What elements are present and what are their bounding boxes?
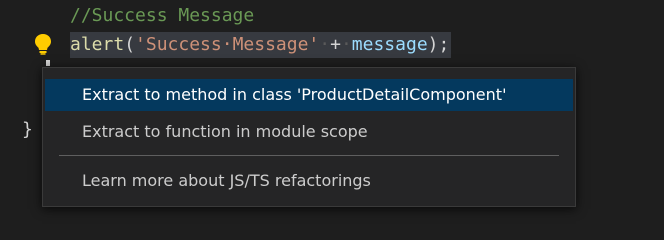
menu-separator bbox=[59, 155, 559, 156]
lightbulb-icon[interactable] bbox=[33, 33, 53, 55]
whitespace-marker: · bbox=[319, 34, 331, 55]
selected-code-line[interactable]: alert('Success·Message'·+·message); bbox=[70, 32, 452, 58]
plus-operator-token: + bbox=[330, 34, 341, 55]
close-paren-semicolon-token: ); bbox=[427, 34, 450, 55]
function-token: alert bbox=[70, 34, 125, 55]
whitespace-marker: · bbox=[340, 34, 352, 55]
menu-item-extract-method[interactable]: Extract to method in class 'ProductDetai… bbox=[45, 79, 573, 111]
menu-item-extract-function[interactable]: Extract to function in module scope bbox=[45, 116, 573, 148]
open-paren-token: ( bbox=[124, 34, 136, 55]
brace-fragment bbox=[46, 60, 50, 66]
code-editor[interactable]: //Success Message alert('Success·Message… bbox=[0, 0, 664, 221]
menu-item-learn-more[interactable]: Learn more about JS/TS refactorings bbox=[45, 165, 573, 197]
quick-fix-menu: Extract to method in class 'ProductDetai… bbox=[42, 67, 576, 207]
comment-line: //Success Message bbox=[70, 5, 255, 26]
variable-token: message bbox=[351, 34, 428, 55]
string-literal-token: 'Success·Message' bbox=[135, 34, 320, 55]
closing-brace: } bbox=[22, 119, 33, 140]
